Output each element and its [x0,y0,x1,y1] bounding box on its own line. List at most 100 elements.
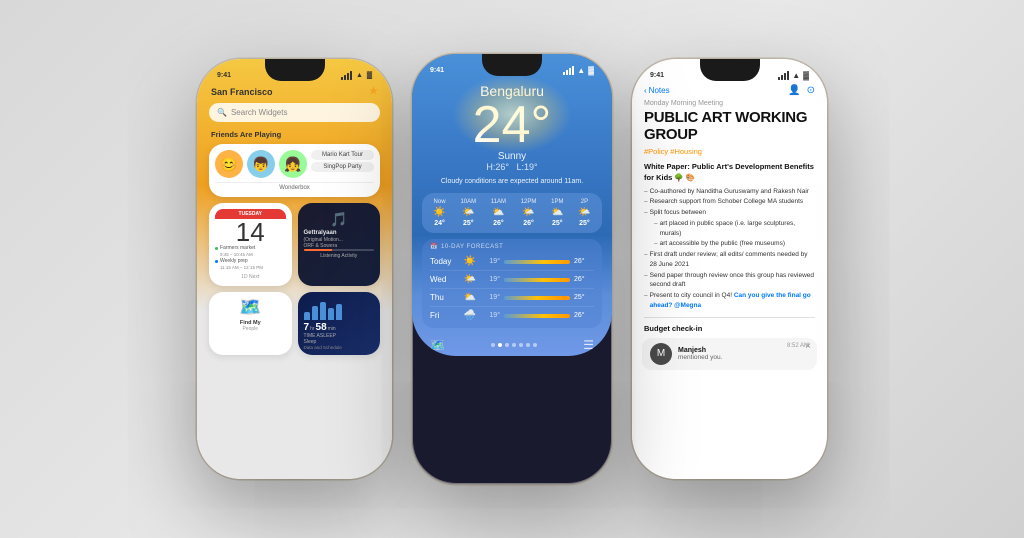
notes-notification: M Manjesh mentioned you. 8:52 AM × [642,338,817,370]
share-icon[interactable]: 👤 [788,85,800,96]
left-notch [265,59,325,81]
forecast-wed: Wed 🌤️ 19° 26° [430,271,594,289]
notes-item-6: – Present to city council in Q4! Can you… [644,291,815,311]
avatar-1: 😊 [215,150,243,178]
housing-tag[interactable]: #Housing [670,147,702,156]
notes-paper-title: White Paper: Public Art's Development Be… [644,161,815,184]
notes-action-icons: 👤 ⊙ [788,85,815,96]
page-dot-4 [512,343,516,347]
weather-forecast: 📅 10-DAY FORECAST Today ☀️ 19° 26° Wed 🌤… [422,239,602,328]
left-wifi-icon: ▲ [356,72,363,79]
right-signal [778,71,789,80]
avatar-3: 👧 [279,150,307,178]
music-title: Gettralyaan [304,230,375,236]
search-label: Search Widgets [231,108,287,117]
findmy-widget[interactable]: 🗺️ Find My People [209,292,292,355]
notes-back-button[interactable]: ‹ Notes [644,86,670,95]
forecast-thu: Thu ⛅ 19° 25° [430,289,594,307]
cal-date: 14 [215,219,286,245]
calendar-music-row: TUESDAY 14 Farmers market 9:45 – 10:45 A… [209,203,380,286]
sleep-bar-2 [312,306,318,320]
forecast-bar-wed [504,278,570,282]
notif-text: mentioned you. [678,354,781,361]
center-time: 9:41 [430,67,444,74]
sleep-bar-5 [336,304,342,320]
page-dots [491,343,537,347]
sleep-sublabel: Data and Schedule [304,345,375,350]
cal-events: Farmers market 9:45 – 10:45 AM Weekly pr… [215,245,286,272]
sleep-bar-3 [320,302,326,320]
weather-high: H:26° [486,162,509,172]
center-phone: 9:41 ▲ ▓ Bengaluru 24° Sunny H:26° [412,54,612,484]
hourly-2pm: 2P 🌤️ 25° [578,199,590,227]
game-tag-2: SingPop Party [311,162,374,172]
center-notch [482,54,542,76]
page-dot-2 [498,343,502,347]
findmy-sublabel: People [215,326,286,332]
friends-widget: 😊 👦 👧 Mario Kart Tour SingPop Party Wond… [209,144,380,197]
list-icon[interactable]: ☰ [583,338,594,352]
weather-alert: Cloudy conditions are expected around 11… [412,178,612,185]
right-phone-screen: 9:41 ▲ ▓ ‹ Notes [632,59,827,479]
notes-item-4: – First draft under review; all edits/ c… [644,250,815,270]
phones-container: 9:41 ▲ ▓ San Francisco ★ 🔍 [0,0,1024,538]
sleep-bar-1 [304,312,310,320]
more-icon[interactable]: ⊙ [807,85,815,96]
hourly-11am: 11AM ⛅ 26° [491,199,506,227]
hourly-10am: 10AM 🌤️ 25° [460,199,476,227]
mention-link[interactable]: Can you give the final go ahead? @Megna [650,292,811,309]
section-label: Friends Are Playing [197,128,392,141]
music-progress [304,249,375,251]
weather-range: H:26° L:19° [412,162,612,172]
wonderbox-label: Wonderbox [215,182,374,191]
search-icon: 🔍 [217,108,227,117]
right-notch [700,59,760,81]
left-location: San Francisco [211,87,273,97]
forecast-label: 10-DAY FORECAST [441,244,503,250]
sleep-mins: 58 [316,322,327,333]
star-icon: ★ [369,86,378,97]
notif-close-button[interactable]: × [805,341,811,352]
calendar-widget[interactable]: TUESDAY 14 Farmers market 9:45 – 10:45 A… [209,203,292,286]
right-wifi-icon: ▲ [792,71,800,80]
notes-back-label: Notes [649,86,670,95]
weather-condition: Sunny [412,151,612,162]
left-time: 9:41 [217,72,231,79]
music-progress-fill [304,249,332,251]
left-signal [341,71,352,80]
calendar-icon: 📅 [430,243,438,250]
page-dot-1 [491,343,495,347]
forecast-today: Today ☀️ 19° 26° [430,253,594,271]
center-signal [563,66,574,75]
hourly-row: Now ☀️ 24° 10AM 🌤️ 25° 11AM ⛅ 26° [426,199,598,227]
weather-hourly: Now ☀️ 24° 10AM 🌤️ 25° 11AM ⛅ 26° [422,193,602,233]
game-tag-1: Mario Kart Tour [311,150,374,160]
policy-tag[interactable]: #Policy [644,147,668,156]
right-battery-icon: ▓ [803,71,809,80]
cal-label: 1D Next [215,274,286,280]
hourly-12pm: 12PM 🌤️ 26° [521,199,537,227]
center-battery-icon: ▓ [588,66,594,75]
forecast-bar-thu [504,296,570,300]
sleep-widget[interactable]: 7 hr 58 min TIME ASLEEP Sleep Data and S… [298,292,381,355]
music-widget[interactable]: 🎵 Gettralyaan (Original Motion... ORF & … [298,203,381,286]
search-bar[interactable]: 🔍 Search Widgets [209,103,380,122]
notes-body: White Paper: Public Art's Development Be… [632,161,827,311]
sleep-hours: 7 [304,322,310,333]
music-label: Listening Activity [304,253,375,259]
sleep-bars [304,300,375,320]
page-dot-5 [519,343,523,347]
avatar-2: 👦 [247,150,275,178]
chevron-left-icon: ‹ [644,86,647,95]
right-time: 9:41 [650,72,664,79]
notes-item-3b: – art accessible by the public (free mus… [644,239,815,249]
weather-low: L:19° [517,162,538,172]
notes-item-3a: – art placed in public space (i.e. large… [644,219,815,239]
page-dot-6 [526,343,530,347]
right-phone: 9:41 ▲ ▓ ‹ Notes [632,59,827,479]
center-phone-screen: 9:41 ▲ ▓ Bengaluru 24° Sunny H:26° [412,54,612,356]
left-phone-screen: 9:41 ▲ ▓ San Francisco ★ 🔍 [197,59,392,479]
map-icon[interactable]: 🗺️ [430,338,445,352]
notif-name: Manjesh [678,347,781,354]
forecast-header: 📅 10-DAY FORECAST [430,243,594,250]
